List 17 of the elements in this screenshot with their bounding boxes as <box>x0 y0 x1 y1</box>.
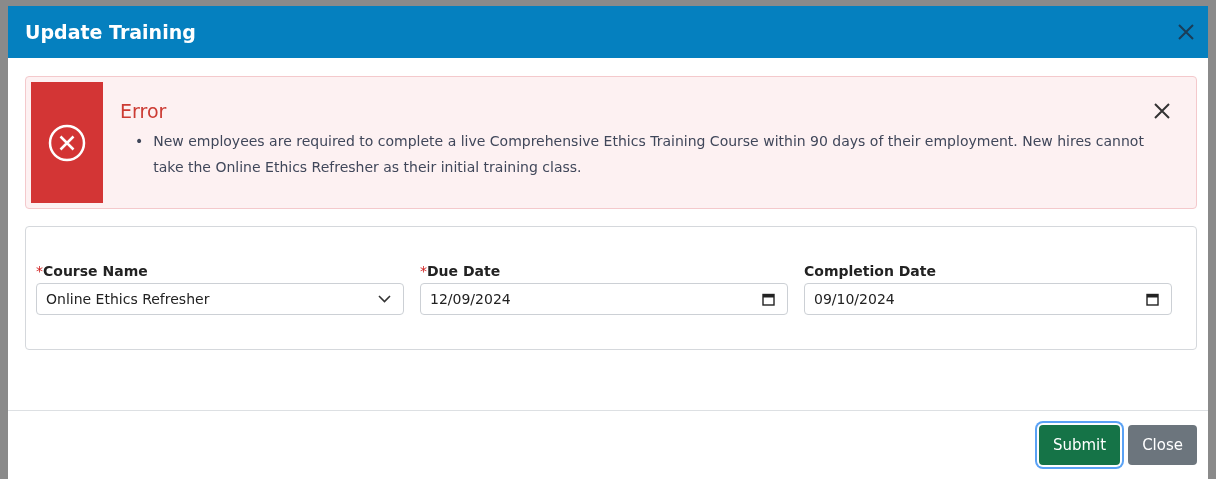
dialog-title: Update Training <box>25 21 196 43</box>
required-asterisk: * <box>420 263 427 279</box>
bullet: • <box>135 132 144 151</box>
calendar-icon[interactable] <box>762 292 775 306</box>
required-asterisk: * <box>36 263 43 279</box>
course-select[interactable]: Online Ethics Refresher <box>36 283 404 315</box>
close-button[interactable]: Close <box>1128 425 1197 465</box>
field-label: Completion Date <box>804 263 936 279</box>
alert-title: Error <box>120 100 167 122</box>
error-message: New employees are required to complete a live Comprehensive Ethics Training Course within 90 days of their employment. New hires cannot take the Online Ethics Refresher as their initial training class. <box>153 132 1145 177</box>
field-label: Due Date <box>427 263 501 279</box>
field-label: Course Name <box>43 263 148 279</box>
error-circle-x-icon <box>48 123 86 162</box>
date-field[interactable]: 09/10/2024 <box>804 283 1172 315</box>
chevron-down-icon <box>378 295 391 303</box>
calendar-icon[interactable] <box>1146 292 1159 306</box>
date-field[interactable]: 12/09/2024 <box>420 283 788 315</box>
